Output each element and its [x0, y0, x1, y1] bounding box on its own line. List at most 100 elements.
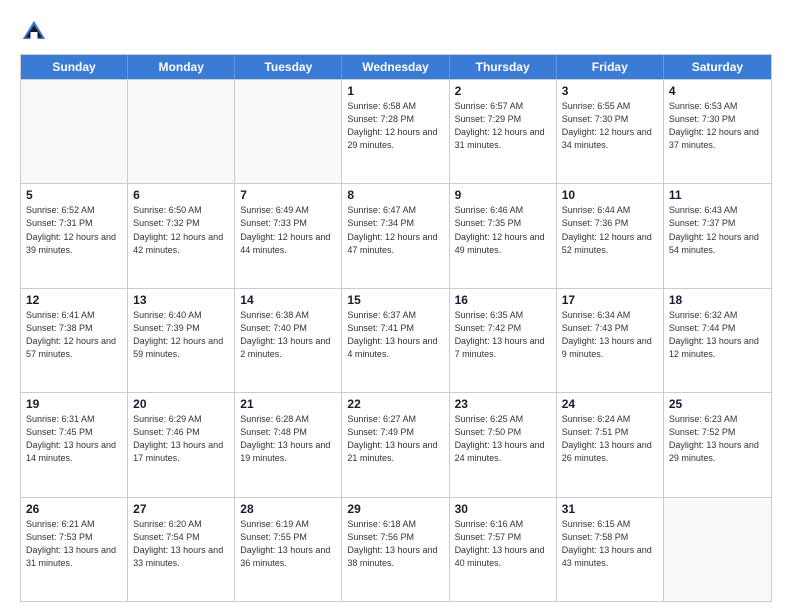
- calendar-cell: 13Sunrise: 6:40 AMSunset: 7:39 PMDayligh…: [128, 289, 235, 392]
- calendar-cell: 24 Sunrise: 6:24 AMSunset: 7:51 PMDayligh…: [557, 393, 664, 496]
- day-number: 16: [455, 293, 551, 307]
- page: SundayMondayTuesdayWednesdayThursdayFrid…: [0, 0, 792, 612]
- day-number: 14: [240, 293, 336, 307]
- cell-info: Sunrise: 6:24 AMSunset: 7:51 PMDaylight:…: [562, 413, 658, 465]
- calendar-row-5: 26Sunrise: 6:21 AMSunset: 7:53 PMDayligh…: [21, 497, 771, 601]
- day-number: 15: [347, 293, 443, 307]
- calendar-cell: 31Sunrise: 6:15 AMSunset: 7:58 PMDayligh…: [557, 498, 664, 601]
- cell-info: Sunrise: 6:49 AMSunset: 7:33 PMDaylight:…: [240, 204, 336, 256]
- calendar-cell: 12 Sunrise: 6:41 AMSunset: 7:38 PMDayligh…: [21, 289, 128, 392]
- cell-info: Sunrise: 6:19 AMSunset: 7:55 PMDaylight:…: [240, 518, 336, 570]
- cell-info: Sunrise: 6:29 AMSunset: 7:46 PMDaylight:…: [133, 413, 229, 465]
- day-number: 29: [347, 502, 443, 516]
- day-number: 26: [26, 502, 122, 516]
- calendar-row-4: 19 Sunrise: 6:31 AMSunset: 7:45 PMDayligh…: [21, 392, 771, 496]
- calendar-cell: 9 Sunrise: 6:46 AMSunset: 7:35 PMDaylight…: [450, 184, 557, 287]
- calendar-row-3: 12 Sunrise: 6:41 AMSunset: 7:38 PMDayligh…: [21, 288, 771, 392]
- cell-info: Sunrise: 6:32 AMSunset: 7:44 PMDaylight:…: [669, 309, 766, 361]
- day-number: 27: [133, 502, 229, 516]
- calendar-cell: [664, 498, 771, 601]
- calendar-cell: 3Sunrise: 6:55 AMSunset: 7:30 PMDaylight…: [557, 80, 664, 183]
- calendar-cell: 5Sunrise: 6:52 AMSunset: 7:31 PMDaylight…: [21, 184, 128, 287]
- calendar-cell: 16 Sunrise: 6:35 AMSunset: 7:42 PMDayligh…: [450, 289, 557, 392]
- cell-info: Sunrise: 6:44 AMSunset: 7:36 PMDaylight:…: [562, 204, 658, 256]
- day-number: 17: [562, 293, 658, 307]
- calendar-cell: 26Sunrise: 6:21 AMSunset: 7:53 PMDayligh…: [21, 498, 128, 601]
- day-number: 7: [240, 188, 336, 202]
- calendar-cell: 19 Sunrise: 6:31 AMSunset: 7:45 PMDayligh…: [21, 393, 128, 496]
- day-number: 10: [562, 188, 658, 202]
- day-number: 30: [455, 502, 551, 516]
- calendar-row-2: 5Sunrise: 6:52 AMSunset: 7:31 PMDaylight…: [21, 183, 771, 287]
- cell-info: Sunrise: 6:47 AMSunset: 7:34 PMDaylight:…: [347, 204, 443, 256]
- calendar-cell: 17 Sunrise: 6:34 AMSunset: 7:43 PMDayligh…: [557, 289, 664, 392]
- day-number: 21: [240, 397, 336, 411]
- calendar-cell: 29 Sunrise: 6:18 AMSunset: 7:56 PMDayligh…: [342, 498, 449, 601]
- calendar-cell: 27Sunrise: 6:20 AMSunset: 7:54 PMDayligh…: [128, 498, 235, 601]
- cell-info: Sunrise: 6:53 AMSunset: 7:30 PMDaylight:…: [669, 100, 766, 152]
- cell-info: Sunrise: 6:55 AMSunset: 7:30 PMDaylight:…: [562, 100, 658, 152]
- calendar-cell: 8 Sunrise: 6:47 AMSunset: 7:34 PMDaylight…: [342, 184, 449, 287]
- calendar-cell: 15 Sunrise: 6:37 AMSunset: 7:41 PMDayligh…: [342, 289, 449, 392]
- day-header-friday: Friday: [557, 55, 664, 79]
- cell-info: Sunrise: 6:18 AMSunset: 7:56 PMDaylight:…: [347, 518, 443, 570]
- day-number: 24: [562, 397, 658, 411]
- calendar-body: 1Sunrise: 6:58 AMSunset: 7:28 PMDaylight…: [21, 79, 771, 601]
- calendar-cell: 30 Sunrise: 6:16 AMSunset: 7:57 PMDayligh…: [450, 498, 557, 601]
- day-header-sunday: Sunday: [21, 55, 128, 79]
- calendar-cell: 2 Sunrise: 6:57 AMSunset: 7:29 PMDaylight…: [450, 80, 557, 183]
- calendar-cell: 22Sunrise: 6:27 AMSunset: 7:49 PMDayligh…: [342, 393, 449, 496]
- cell-info: Sunrise: 6:15 AMSunset: 7:58 PMDaylight:…: [562, 518, 658, 570]
- cell-info: Sunrise: 6:37 AMSunset: 7:41 PMDaylight:…: [347, 309, 443, 361]
- day-number: 9: [455, 188, 551, 202]
- calendar-cell: [235, 80, 342, 183]
- day-number: 23: [455, 397, 551, 411]
- cell-info: Sunrise: 6:46 AMSunset: 7:35 PMDaylight:…: [455, 204, 551, 256]
- logo: [20, 18, 52, 46]
- day-number: 25: [669, 397, 766, 411]
- calendar-cell: [21, 80, 128, 183]
- day-number: 11: [669, 188, 766, 202]
- day-header-wednesday: Wednesday: [342, 55, 449, 79]
- day-number: 5: [26, 188, 122, 202]
- cell-info: Sunrise: 6:35 AMSunset: 7:42 PMDaylight:…: [455, 309, 551, 361]
- cell-info: Sunrise: 6:58 AMSunset: 7:28 PMDaylight:…: [347, 100, 443, 152]
- day-number: 4: [669, 84, 766, 98]
- calendar-cell: 1Sunrise: 6:58 AMSunset: 7:28 PMDaylight…: [342, 80, 449, 183]
- header: [20, 18, 772, 46]
- calendar-cell: 23 Sunrise: 6:25 AMSunset: 7:50 PMDayligh…: [450, 393, 557, 496]
- day-number: 12: [26, 293, 122, 307]
- day-number: 6: [133, 188, 229, 202]
- day-number: 18: [669, 293, 766, 307]
- cell-info: Sunrise: 6:38 AMSunset: 7:40 PMDaylight:…: [240, 309, 336, 361]
- cell-info: Sunrise: 6:16 AMSunset: 7:57 PMDaylight:…: [455, 518, 551, 570]
- cell-info: Sunrise: 6:34 AMSunset: 7:43 PMDaylight:…: [562, 309, 658, 361]
- calendar: SundayMondayTuesdayWednesdayThursdayFrid…: [20, 54, 772, 602]
- calendar-row-1: 1Sunrise: 6:58 AMSunset: 7:28 PMDaylight…: [21, 79, 771, 183]
- calendar-cell: 14 Sunrise: 6:38 AMSunset: 7:40 PMDayligh…: [235, 289, 342, 392]
- day-number: 22: [347, 397, 443, 411]
- cell-info: Sunrise: 6:57 AMSunset: 7:29 PMDaylight:…: [455, 100, 551, 152]
- cell-info: Sunrise: 6:50 AMSunset: 7:32 PMDaylight:…: [133, 204, 229, 256]
- cell-info: Sunrise: 6:31 AMSunset: 7:45 PMDaylight:…: [26, 413, 122, 465]
- day-number: 13: [133, 293, 229, 307]
- calendar-cell: 7 Sunrise: 6:49 AMSunset: 7:33 PMDaylight…: [235, 184, 342, 287]
- calendar-cell: 6 Sunrise: 6:50 AMSunset: 7:32 PMDaylight…: [128, 184, 235, 287]
- calendar-header: SundayMondayTuesdayWednesdayThursdayFrid…: [21, 55, 771, 79]
- day-number: 2: [455, 84, 551, 98]
- calendar-cell: 21Sunrise: 6:28 AMSunset: 7:48 PMDayligh…: [235, 393, 342, 496]
- calendar-cell: 4 Sunrise: 6:53 AMSunset: 7:30 PMDaylight…: [664, 80, 771, 183]
- day-number: 28: [240, 502, 336, 516]
- cell-info: Sunrise: 6:25 AMSunset: 7:50 PMDaylight:…: [455, 413, 551, 465]
- calendar-cell: 25Sunrise: 6:23 AMSunset: 7:52 PMDayligh…: [664, 393, 771, 496]
- calendar-cell: 11 Sunrise: 6:43 AMSunset: 7:37 PMDayligh…: [664, 184, 771, 287]
- calendar-cell: 10 Sunrise: 6:44 AMSunset: 7:36 PMDayligh…: [557, 184, 664, 287]
- calendar-cell: 18 Sunrise: 6:32 AMSunset: 7:44 PMDayligh…: [664, 289, 771, 392]
- day-number: 20: [133, 397, 229, 411]
- calendar-cell: [128, 80, 235, 183]
- day-header-monday: Monday: [128, 55, 235, 79]
- cell-info: Sunrise: 6:41 AMSunset: 7:38 PMDaylight:…: [26, 309, 122, 361]
- cell-info: Sunrise: 6:43 AMSunset: 7:37 PMDaylight:…: [669, 204, 766, 256]
- day-number: 8: [347, 188, 443, 202]
- day-number: 19: [26, 397, 122, 411]
